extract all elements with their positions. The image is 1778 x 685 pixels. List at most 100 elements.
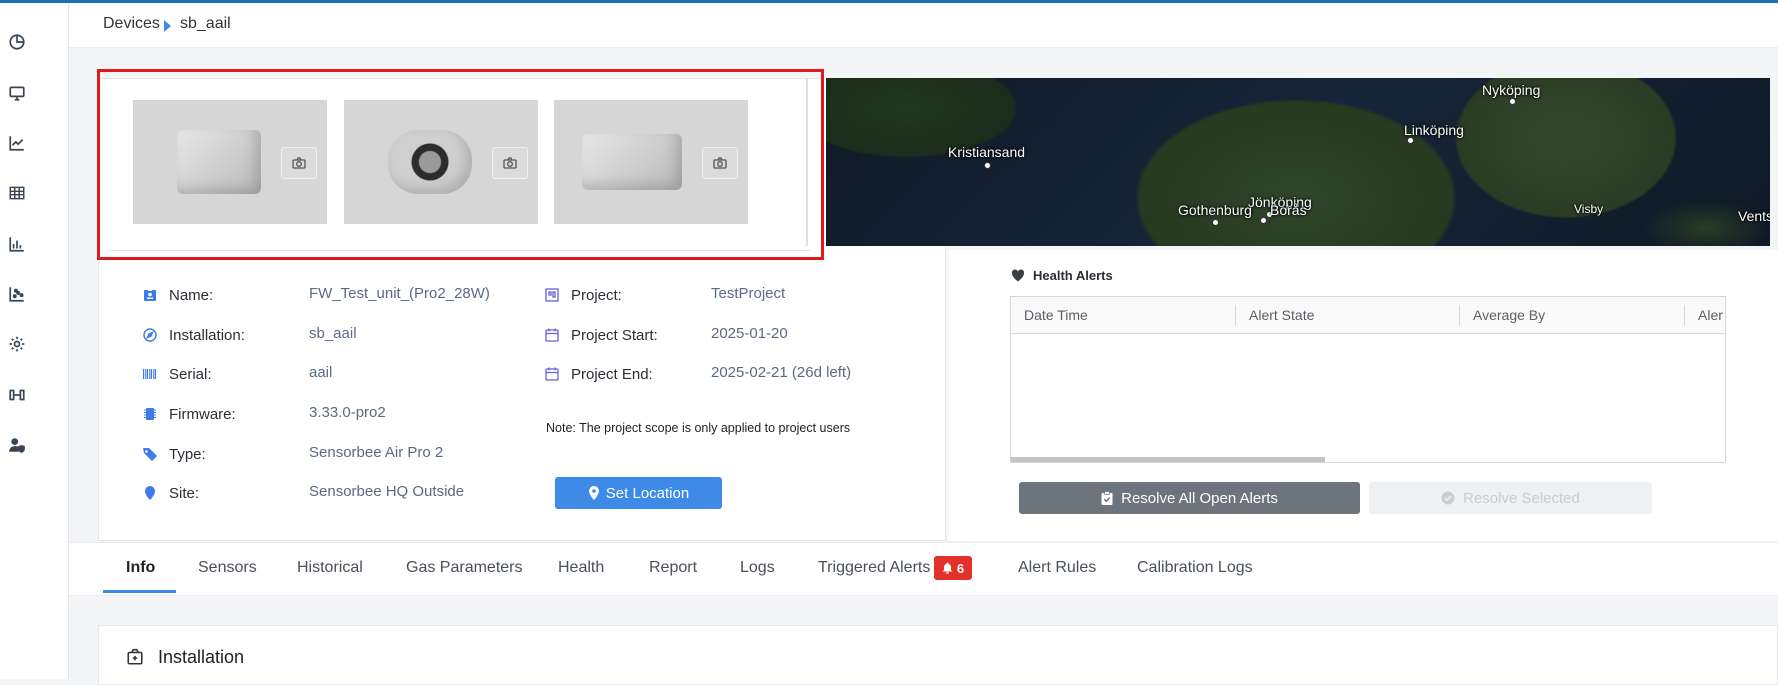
breadcrumb-devices[interactable]: Devices <box>103 15 160 33</box>
column-separator <box>1684 305 1685 325</box>
tab-historical[interactable]: Historical <box>297 559 363 577</box>
table-icon[interactable] <box>0 176 34 210</box>
tab-calibration-logs[interactable]: Calibration Logs <box>1137 559 1253 577</box>
column-separator <box>1235 305 1236 325</box>
health-alerts-table: Date Time Alert State Average By Aler <box>1010 296 1726 463</box>
device-installation: sb_aail <box>309 325 357 342</box>
map-city-dot <box>984 162 991 169</box>
device-firmware: 3.33.0-pro2 <box>309 404 386 421</box>
map-label: Nyköping <box>1482 82 1541 98</box>
map-city-dot <box>1260 217 1267 224</box>
tab-health[interactable]: Health <box>558 559 604 577</box>
sensor-icon[interactable] <box>0 378 34 412</box>
serial-row: Serial: <box>141 364 212 384</box>
project-start-row: Project Start: <box>543 325 658 345</box>
project-row: Project: <box>543 285 622 305</box>
clipboard-check-icon <box>1101 491 1113 505</box>
resolve-selected-label: Resolve Selected <box>1463 489 1580 507</box>
health-alerts-title: Health Alerts <box>1011 268 1113 283</box>
tag-icon <box>141 445 159 463</box>
tab-sensors[interactable]: Sensors <box>198 559 257 577</box>
map-city-dot <box>1509 98 1516 105</box>
map-label: Borås <box>1270 202 1307 218</box>
map-pin-icon <box>141 484 159 502</box>
site-row: Site: <box>141 483 199 503</box>
column-header-alert[interactable]: Aler <box>1698 307 1723 323</box>
map-city-dot <box>1407 137 1414 144</box>
bell-icon <box>942 562 953 574</box>
id-badge-icon <box>141 286 159 304</box>
project-name: TestProject <box>711 285 786 302</box>
map-pin-icon <box>588 486 599 500</box>
tab-info[interactable]: Info <box>126 559 155 577</box>
barcode-icon <box>141 365 159 383</box>
set-location-button[interactable]: Set Location <box>555 477 722 509</box>
project-end-row: Project End: <box>543 364 653 384</box>
column-header-date-time[interactable]: Date Time <box>1024 307 1088 323</box>
camera-icon[interactable] <box>281 147 317 179</box>
pie-chart-icon[interactable] <box>0 25 34 59</box>
column-header-average-by[interactable]: Average By <box>1473 307 1545 323</box>
horizontal-scrollbar[interactable] <box>1011 457 1325 462</box>
map-label: Vents <box>1738 208 1770 224</box>
map-label: Visby <box>1574 202 1604 216</box>
breadcrumb-current: sb_aail <box>180 15 231 32</box>
heart-icon <box>1011 269 1025 282</box>
column-header-alert-state[interactable]: Alert State <box>1249 307 1314 323</box>
box-add-icon <box>127 648 143 665</box>
tab-gas-parameters[interactable]: Gas Parameters <box>406 559 522 577</box>
tab-report[interactable]: Report <box>649 559 697 577</box>
project-icon <box>543 286 561 304</box>
photo-strip-divider <box>109 250 811 251</box>
breadcrumb <box>69 3 1778 48</box>
tab-alert-rules[interactable]: Alert Rules <box>1018 559 1096 577</box>
sidebar <box>0 3 69 679</box>
project-end: 2025-02-21 (26d left) <box>711 364 852 381</box>
tab-logs[interactable]: Logs <box>740 559 775 577</box>
type-row: Type: <box>141 444 206 464</box>
active-tab-indicator <box>103 590 176 593</box>
column-separator <box>1459 305 1460 325</box>
resolve-all-alerts-button[interactable]: Resolve All Open Alerts <box>1019 482 1360 514</box>
device-photo[interactable] <box>554 100 748 224</box>
map-label: Kristiansand <box>948 144 1026 160</box>
calendar-icon <box>543 365 561 383</box>
calendar-icon <box>543 326 561 344</box>
name-row: Name: <box>141 285 213 305</box>
line-chart-icon[interactable] <box>0 126 34 160</box>
device-site: Sensorbee HQ Outside <box>309 483 465 500</box>
gear-icon[interactable] <box>0 327 34 361</box>
tab-triggered-alerts[interactable]: Triggered Alerts <box>818 559 930 577</box>
device-type: Sensorbee Air Pro 2 <box>309 444 444 461</box>
device-photo[interactable] <box>344 100 538 224</box>
scatter-chart-icon[interactable] <box>0 277 34 311</box>
device-image <box>177 130 261 194</box>
monitor-icon[interactable] <box>0 76 34 110</box>
device-image <box>582 134 682 190</box>
location-map[interactable]: Kristiansand Nyköping Linköping Jönköpin… <box>826 78 1770 246</box>
resolve-selected-button[interactable]: Resolve Selected <box>1369 482 1652 514</box>
installation-title: Installation <box>158 647 245 667</box>
map-label: Gothenburg <box>1178 202 1252 218</box>
project-scope-note: Note: The project scope is only applied … <box>546 421 851 435</box>
project-start: 2025-01-20 <box>711 325 788 342</box>
installation-row: Installation: <box>141 325 245 345</box>
user-shield-icon[interactable] <box>0 428 34 462</box>
camera-icon[interactable] <box>702 147 738 179</box>
device-serial: aail <box>309 364 333 381</box>
installation-card <box>98 625 1778 685</box>
resolve-all-label: Resolve All Open Alerts <box>1121 489 1278 507</box>
camera-icon[interactable] <box>492 147 528 179</box>
triggered-alerts-count: 6 <box>956 560 965 576</box>
breadcrumb-separator-icon <box>164 20 171 32</box>
device-name: FW_Test_unit_(Pro2_28W) <box>309 285 490 302</box>
map-label: Linköping <box>1404 122 1464 138</box>
check-circle-icon <box>1441 491 1455 505</box>
device-photo[interactable] <box>133 100 327 224</box>
firmware-row: Firmware: <box>141 404 236 424</box>
triggered-alerts-badge: 6 <box>934 556 972 580</box>
device-image <box>388 130 472 194</box>
compass-icon <box>141 326 159 344</box>
table-header: Date Time Alert State Average By Aler <box>1011 297 1725 334</box>
bar-chart-icon[interactable] <box>0 227 34 261</box>
